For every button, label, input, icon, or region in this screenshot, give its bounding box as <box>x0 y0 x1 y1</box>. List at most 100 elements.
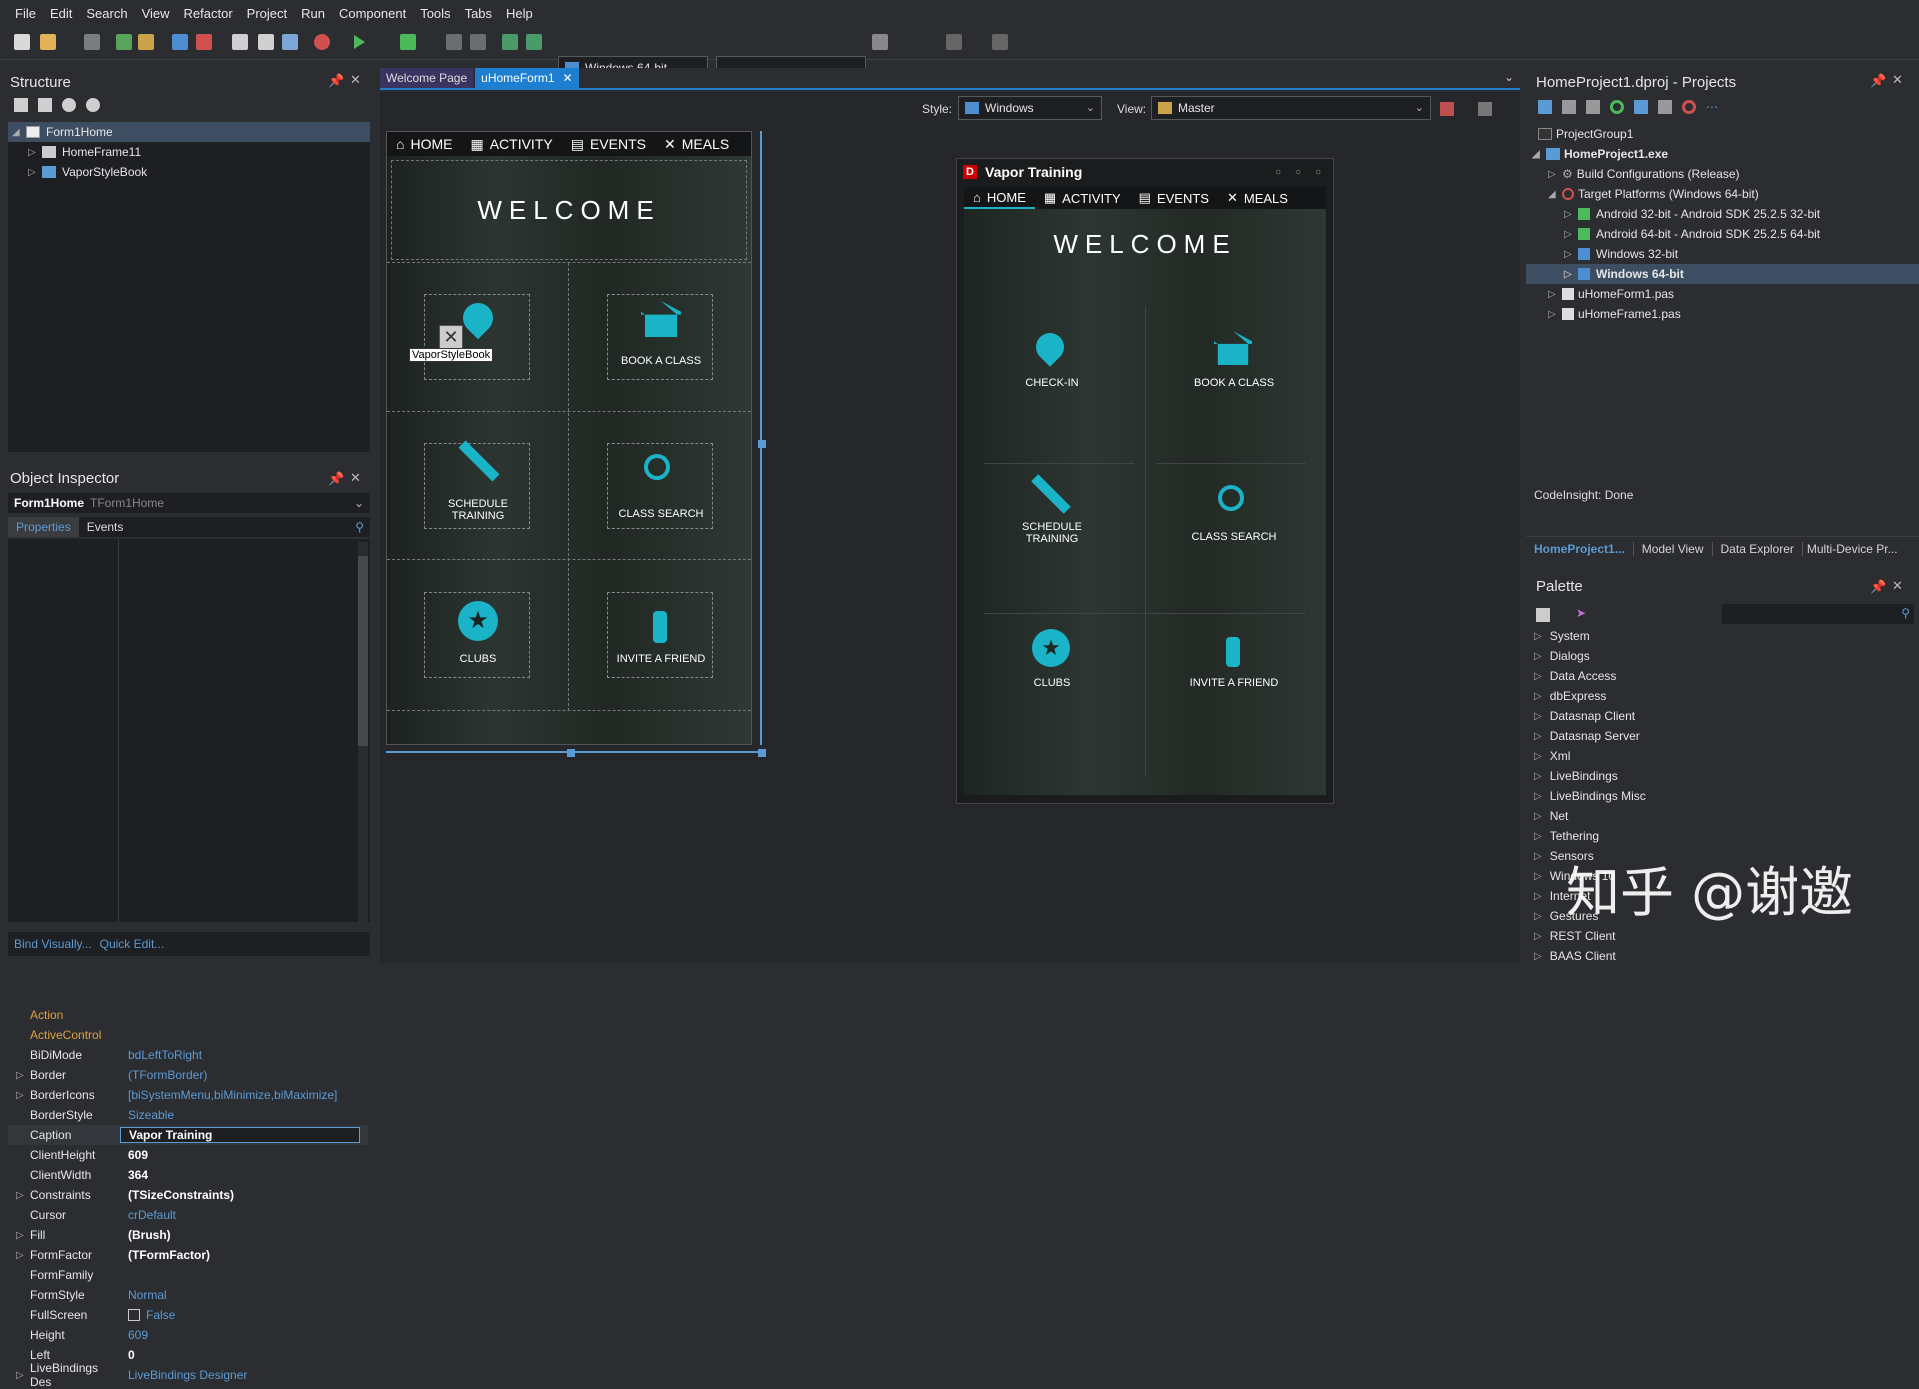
new-item-icon[interactable] <box>1562 100 1576 114</box>
run-icon[interactable] <box>354 35 365 49</box>
palette-category[interactable]: ▷ Net <box>1534 806 1568 826</box>
palette-category[interactable]: ▷ dbExpress <box>1534 686 1606 706</box>
menu-edit[interactable]: Edit <box>50 6 72 21</box>
property-row[interactable]: Cursor crDefault <box>8 1205 368 1225</box>
menu-file[interactable]: File <box>15 6 36 21</box>
property-row[interactable]: FormStyle Normal <box>8 1285 368 1305</box>
property-row[interactable]: Action <box>8 1005 368 1025</box>
add-file-icon[interactable] <box>172 34 188 50</box>
new-icon[interactable] <box>14 34 30 50</box>
pin-icon[interactable]: 📌 <box>328 73 344 89</box>
back-icon[interactable] <box>946 34 962 50</box>
pin-icon[interactable]: 📌 <box>1870 579 1886 595</box>
node-windows-64[interactable]: ▷ Windows 64-bit <box>1526 264 1919 284</box>
style-select[interactable]: Windows ⌄ <box>958 96 1102 120</box>
minimize-icon[interactable]: ○ <box>1275 167 1281 178</box>
palette-category[interactable]: ▷ LiveBindings Misc <box>1534 786 1646 806</box>
tab-uhomeform1[interactable]: uHomeForm1 ✕ <box>475 68 579 88</box>
nav-meals[interactable]: ✕ MEALS <box>655 132 738 156</box>
tree-node-vaporstylebook[interactable]: ▷ VaporStyleBook <box>8 162 370 182</box>
tile-class-search[interactable]: CLASS SEARCH <box>607 443 713 529</box>
remove-file-icon[interactable] <box>196 34 212 50</box>
node-uhomeform1[interactable]: ▷ uHomeForm1.pas <box>1526 284 1919 304</box>
menu-project[interactable]: Project <box>247 6 287 21</box>
view-unit-icon[interactable] <box>232 34 248 50</box>
pin-icon[interactable]: 📌 <box>328 471 344 487</box>
preview-tile-book-a-class[interactable]: BOOK A CLASS <box>1154 327 1314 407</box>
build-icon[interactable] <box>1658 100 1672 114</box>
property-row[interactable]: Caption Vapor Training <box>8 1125 368 1145</box>
property-row[interactable]: BiDiMode bdLeftToRight <box>8 1045 368 1065</box>
property-row[interactable]: ActiveControl <box>8 1025 368 1045</box>
preview-nav-events[interactable]: ▤ EVENTS <box>1130 187 1218 209</box>
close-icon[interactable]: ✕ <box>1892 578 1903 594</box>
palette-category[interactable]: ▷ LiveBindings <box>1534 766 1618 786</box>
chevron-down-icon[interactable]: ⌄ <box>1504 70 1514 84</box>
expand-icon[interactable] <box>14 98 28 112</box>
tab-homeproject1[interactable]: HomeProject1... <box>1526 542 1633 556</box>
palette-category[interactable]: ▷ System <box>1534 626 1590 646</box>
tree-node-homeframe11[interactable]: ▷ HomeFrame11 <box>8 142 370 162</box>
palette-options-icon[interactable] <box>1536 608 1550 622</box>
palette-category[interactable]: ▷ Data Access <box>1534 666 1616 686</box>
close-icon[interactable]: ✕ <box>1892 72 1903 88</box>
activate-icon[interactable] <box>1538 100 1552 114</box>
tab-model-view[interactable]: Model View <box>1632 541 1712 556</box>
step-over-icon[interactable] <box>502 34 518 50</box>
tab-events[interactable]: Events <box>79 517 132 537</box>
device-icon[interactable] <box>872 34 888 50</box>
property-row[interactable]: ▷ FormFactor (TFormFactor) <box>8 1245 368 1265</box>
preview-tile-invite-a-friend[interactable]: INVITE A FRIEND <box>1154 627 1314 707</box>
open-icon[interactable] <box>40 34 56 50</box>
preview-tile-check-in[interactable]: CHECK-IN <box>972 327 1132 407</box>
refresh-icon[interactable] <box>1610 100 1624 114</box>
tab-data-explorer[interactable]: Data Explorer <box>1711 541 1802 556</box>
trace-into-icon[interactable] <box>526 34 542 50</box>
pointer-icon[interactable]: ➤ <box>1576 606 1586 620</box>
node-uhomeframe1[interactable]: ▷ uHomeFrame1.pas <box>1526 304 1919 324</box>
view-select[interactable]: Master ⌄ <box>1151 96 1431 120</box>
save-icon[interactable] <box>84 34 100 50</box>
node-android-64[interactable]: ▷ Android 64-bit - Android SDK 25.2.5 64-… <box>1526 224 1919 244</box>
inspector-object-select[interactable]: Form1Home TForm1Home ⌄ <box>8 493 370 513</box>
palette-category[interactable]: ▷ Tethering <box>1534 826 1599 846</box>
menu-refactor[interactable]: Refactor <box>184 6 233 21</box>
nav-activity[interactable]: ▦ ACTIVITY <box>461 132 561 156</box>
nav-home[interactable]: ⌂ HOME <box>387 132 461 156</box>
arrow-up-icon[interactable] <box>62 98 76 112</box>
sync-icon[interactable] <box>1634 100 1648 114</box>
property-row[interactable]: ▷ Fill (Brush) <box>8 1225 368 1245</box>
property-row[interactable]: ▷ BorderIcons [biSystemMenu,biMinimize,biM… <box>8 1085 368 1105</box>
collapse-icon[interactable] <box>38 98 52 112</box>
inspector-scrollbar[interactable] <box>358 542 368 922</box>
toggle-form-icon[interactable] <box>282 34 298 50</box>
forward-icon[interactable] <box>992 34 1008 50</box>
menu-run[interactable]: Run <box>301 6 325 21</box>
nav-events[interactable]: ▤ EVENTS <box>562 132 655 156</box>
palette-category[interactable]: ▷ Datasnap Server <box>1534 726 1640 746</box>
tab-welcome-page[interactable]: Welcome Page <box>380 68 474 88</box>
menu-view[interactable]: View <box>142 6 170 21</box>
options-icon[interactable] <box>1586 100 1600 114</box>
palette-category[interactable]: ▷ Dialogs <box>1534 646 1590 666</box>
palette-category[interactable]: ▷ Datasnap Client <box>1534 706 1635 726</box>
close-icon[interactable]: ✕ <box>563 71 573 85</box>
property-row[interactable]: ▷ LiveBindings Des LiveBindings Designer <box>8 1361 368 1389</box>
palette-search-input[interactable]: ⚲ <box>1722 604 1914 624</box>
close-icon[interactable]: ✕ <box>350 470 361 486</box>
more-icon[interactable]: ⋯ <box>1706 100 1718 118</box>
arrow-down-icon[interactable] <box>86 98 100 112</box>
bind-visually-link[interactable]: Bind Visually... <box>14 937 92 951</box>
view-form-icon[interactable] <box>258 34 274 50</box>
pause-icon[interactable] <box>446 34 462 50</box>
checkbox[interactable] <box>128 1309 140 1321</box>
deploy-icon[interactable] <box>1682 100 1696 114</box>
node-projectgroup1[interactable]: ProjectGroup1 <box>1526 124 1919 144</box>
tab-properties[interactable]: Properties <box>8 517 79 537</box>
node-target-platforms[interactable]: ◢ Target Platforms (Windows 64-bit) <box>1526 184 1919 204</box>
menu-tools[interactable]: Tools <box>420 6 450 21</box>
property-row[interactable]: Height 609 <box>8 1325 368 1345</box>
node-build-configurations[interactable]: ▷ ⚙ Build Configurations (Release) <box>1526 164 1919 184</box>
property-row[interactable]: ClientHeight 609 <box>8 1145 368 1165</box>
property-row[interactable]: ClientWidth 364 <box>8 1165 368 1185</box>
